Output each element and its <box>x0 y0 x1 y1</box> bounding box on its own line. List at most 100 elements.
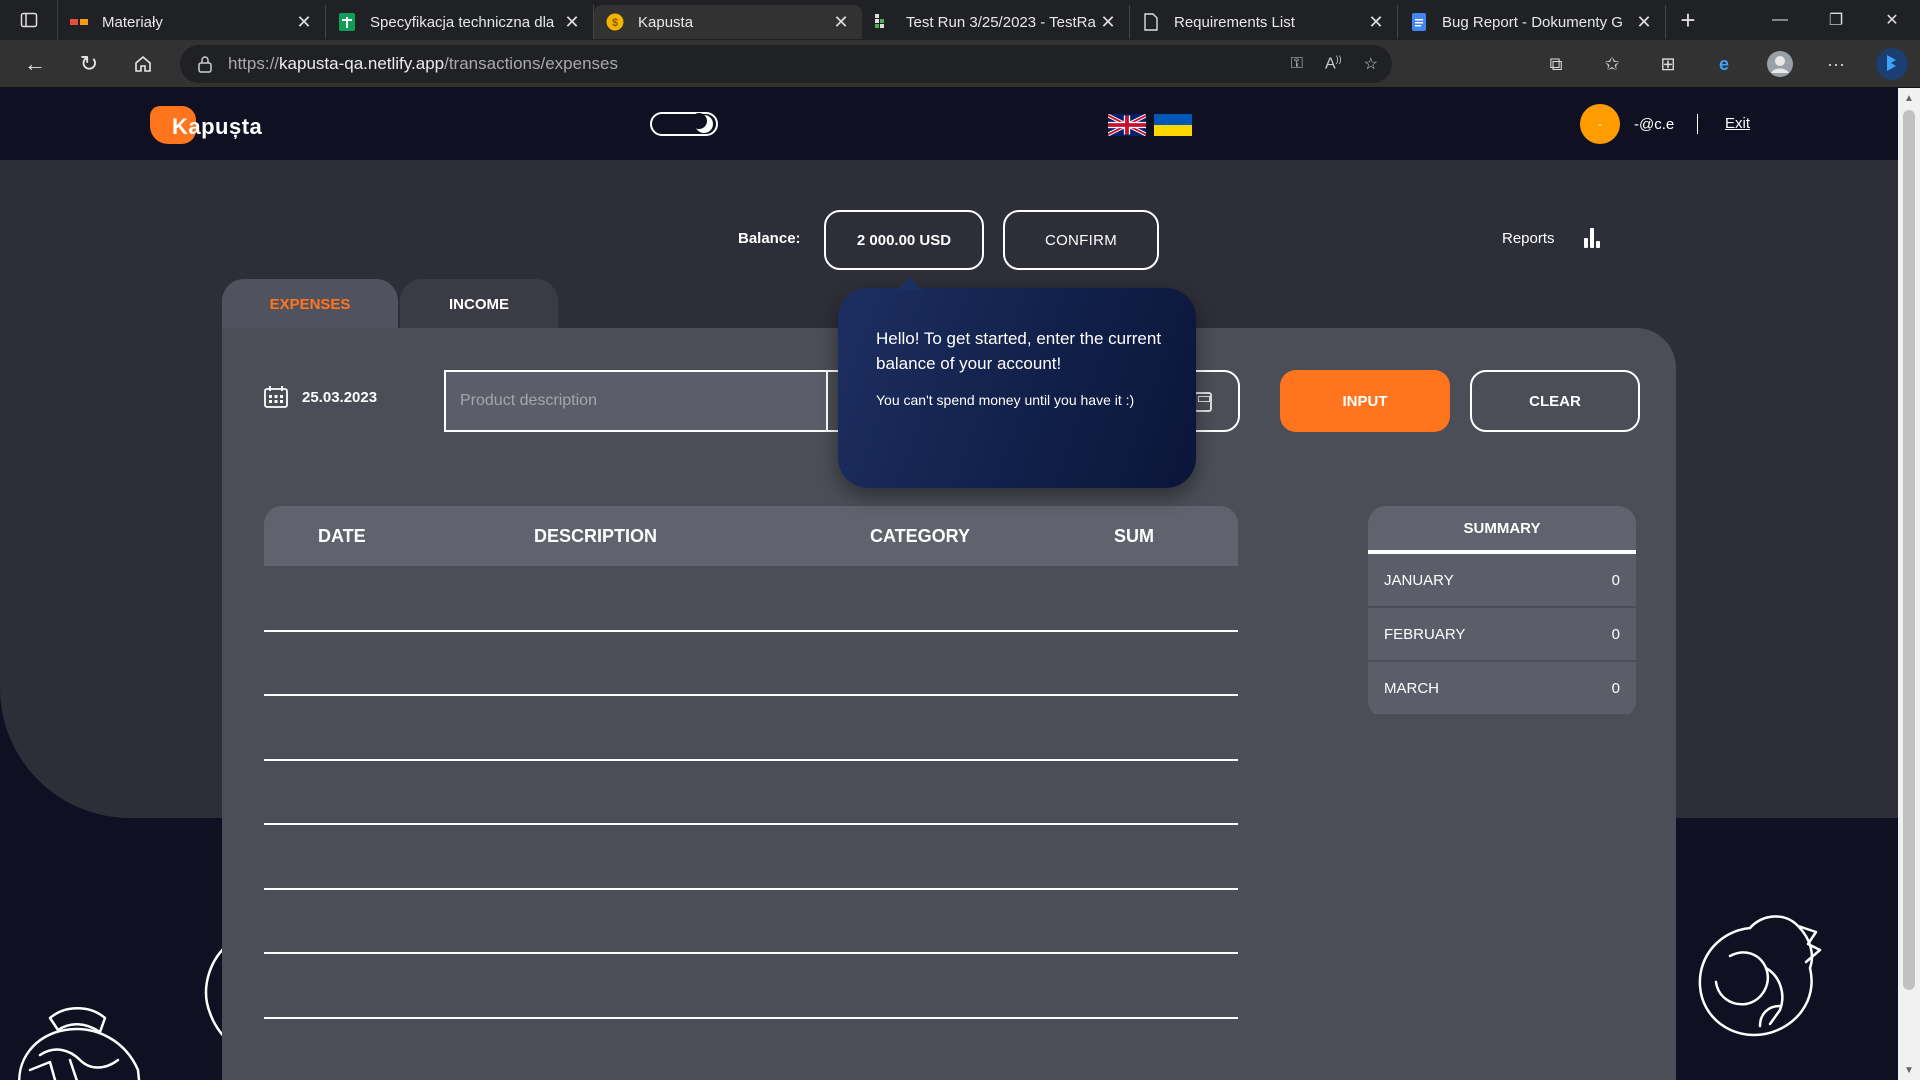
page-scrollbar[interactable]: ▲ ▼ <box>1898 88 1920 1080</box>
confirm-button[interactable]: CONFIRM <box>1003 210 1159 270</box>
browser-tab-active[interactable]: $ Kapusta ✕ <box>594 5 862 39</box>
tooltip-note: You can't spend money until you have it … <box>876 392 1135 408</box>
summary-title: SUMMARY <box>1368 506 1636 554</box>
tab-income[interactable]: INCOME <box>400 279 558 329</box>
input-button[interactable]: INPUT <box>1280 370 1450 432</box>
close-window-icon[interactable]: ✕ <box>1864 0 1920 40</box>
close-tab-icon[interactable]: ✕ <box>832 12 850 32</box>
tab-title: Materiały <box>102 13 163 31</box>
tab-expenses[interactable]: EXPENSES <box>222 279 398 329</box>
sheets-icon <box>338 13 356 31</box>
user-avatar: - <box>1580 104 1620 144</box>
summary-month: FEBRUARY <box>1384 625 1466 643</box>
ukrainian-flag-icon[interactable] <box>1154 114 1192 136</box>
more-options-icon[interactable]: ··· <box>1808 40 1864 88</box>
url-text: https://kapusta-qa.netlify.app/transacti… <box>228 54 618 73</box>
tab-title: Requirements List <box>1174 13 1295 31</box>
kapusta-app: Kapușta - -@c.e Exit Balance: 2 000.00 U… <box>0 88 1898 1080</box>
balance-label: Balance: <box>738 230 801 247</box>
column-header-date: DATE <box>318 526 366 546</box>
tab-title: Test Run 3/25/2023 - TestRa <box>906 13 1096 31</box>
reload-icon[interactable]: ↻ <box>62 40 116 88</box>
back-icon[interactable]: ← <box>8 40 62 88</box>
browser-toolbar: ⧉ ✩ ⊞ e ··· <box>1528 40 1920 88</box>
english-flag-icon[interactable] <box>1108 114 1146 136</box>
profile-icon[interactable] <box>1752 40 1808 88</box>
close-tab-icon[interactable]: ✕ <box>295 12 313 32</box>
read-aloud-icon[interactable]: A)) <box>1325 54 1342 73</box>
close-tab-icon[interactable]: ✕ <box>563 12 581 32</box>
browser-tab[interactable]: Bug Report - Dokumenty G ✕ <box>1398 5 1666 39</box>
summary-value: 0 <box>1611 571 1620 589</box>
bing-chat-icon[interactable] <box>1864 40 1920 88</box>
header-divider <box>1697 114 1698 134</box>
cabbage-decoration-icon <box>1698 915 1822 1037</box>
product-description-input[interactable] <box>446 372 828 430</box>
tab-actions-menu-button[interactable] <box>0 0 58 40</box>
tab-title: Bug Report - Dokumenty G <box>1442 13 1623 31</box>
summary-month: MARCH <box>1384 679 1439 697</box>
app-header: Kapușta - -@c.e Exit <box>0 88 1898 160</box>
theme-toggle[interactable] <box>650 112 718 136</box>
table-row <box>264 1017 1238 1019</box>
new-tab-button[interactable]: + <box>1666 0 1710 40</box>
materialy-icon <box>70 13 88 31</box>
calendar-icon <box>264 386 288 408</box>
tab-title: Kapusta <box>638 13 694 31</box>
window-controls: — ❐ ✕ <box>1752 0 1920 40</box>
favorites-icon[interactable]: ✩ <box>1584 40 1640 88</box>
scroll-up-icon[interactable]: ▲ <box>1898 88 1920 108</box>
summary-row: FEBRUARY 0 <box>1368 608 1636 662</box>
restore-icon[interactable]: ❐ <box>1808 0 1864 40</box>
moon-icon <box>691 113 713 133</box>
calculator-icon[interactable] <box>1194 392 1212 412</box>
clear-button[interactable]: CLEAR <box>1470 370 1640 432</box>
summary-month: JANUARY <box>1384 571 1454 589</box>
column-header-description: DESCRIPTION <box>534 526 658 546</box>
scroll-down-icon[interactable]: ▼ <box>1898 1060 1920 1080</box>
cabbage-decoration-icon <box>18 1007 141 1080</box>
minimize-icon[interactable]: — <box>1752 0 1808 40</box>
exit-link[interactable]: Exit <box>1725 115 1750 132</box>
bar-chart-icon[interactable] <box>1583 228 1601 248</box>
lock-icon[interactable] <box>198 55 212 73</box>
url-field[interactable]: https://kapusta-qa.netlify.app/transacti… <box>180 45 1392 83</box>
tab-actions-icon <box>20 12 37 28</box>
omnibox-actions: ⚿ A)) ☆ <box>1291 45 1378 83</box>
date-picker[interactable]: 25.03.2023 <box>264 386 377 408</box>
browser-address-bar: ← ↻ https://kapusta-qa.netlify.app/trans… <box>0 40 1920 88</box>
date-value: 25.03.2023 <box>302 388 378 406</box>
column-header-category: CATEGORY <box>870 526 971 546</box>
reports-link[interactable]: Reports <box>1502 230 1555 247</box>
close-tab-icon[interactable]: ✕ <box>1099 12 1117 32</box>
table-row <box>264 694 1238 696</box>
table-row <box>264 952 1238 954</box>
coin-icon: $ <box>606 13 624 31</box>
summary-value: 0 <box>1611 625 1620 643</box>
collections-icon[interactable]: ⊞ <box>1640 40 1696 88</box>
table-row <box>264 888 1238 890</box>
document-icon <box>1142 13 1160 31</box>
summary-row: JANUARY 0 <box>1368 554 1636 608</box>
browser-tab[interactable]: Requirements List ✕ <box>1130 5 1398 39</box>
home-icon[interactable] <box>116 40 170 88</box>
svg-text:$: $ <box>612 17 618 29</box>
browser-tab[interactable]: Test Run 3/25/2023 - TestRa ✕ <box>862 5 1130 39</box>
testrail-icon <box>874 13 892 31</box>
close-tab-icon[interactable]: ✕ <box>1367 12 1385 32</box>
transactions-table-header: DATE DESCRIPTION CATEGORY SUM <box>264 506 1238 566</box>
browser-tab-bar: Materiały ✕ Specyfikacja techniczna dla … <box>0 0 1920 40</box>
browser-tab[interactable]: Materiały ✕ <box>58 5 326 39</box>
scrollbar-thumb[interactable] <box>1903 110 1915 990</box>
browser-tab[interactable]: Specyfikacja techniczna dla ✕ <box>326 5 594 39</box>
balance-hint-tooltip: Hello! To get started, enter the current… <box>838 276 1196 488</box>
extensions-icon[interactable]: ⧉ <box>1528 40 1584 88</box>
logo-text: Kapușta <box>172 114 263 139</box>
balance-input[interactable]: 2 000.00 USD <box>824 210 984 270</box>
table-row <box>264 759 1238 761</box>
close-tab-icon[interactable]: ✕ <box>1635 12 1653 32</box>
internet-explorer-icon[interactable]: e <box>1696 40 1752 88</box>
tooltip-message: Hello! To get started, enter the current… <box>876 329 1162 373</box>
add-favorite-icon[interactable]: ☆ <box>1364 54 1378 74</box>
key-icon[interactable]: ⚿ <box>1291 55 1303 73</box>
